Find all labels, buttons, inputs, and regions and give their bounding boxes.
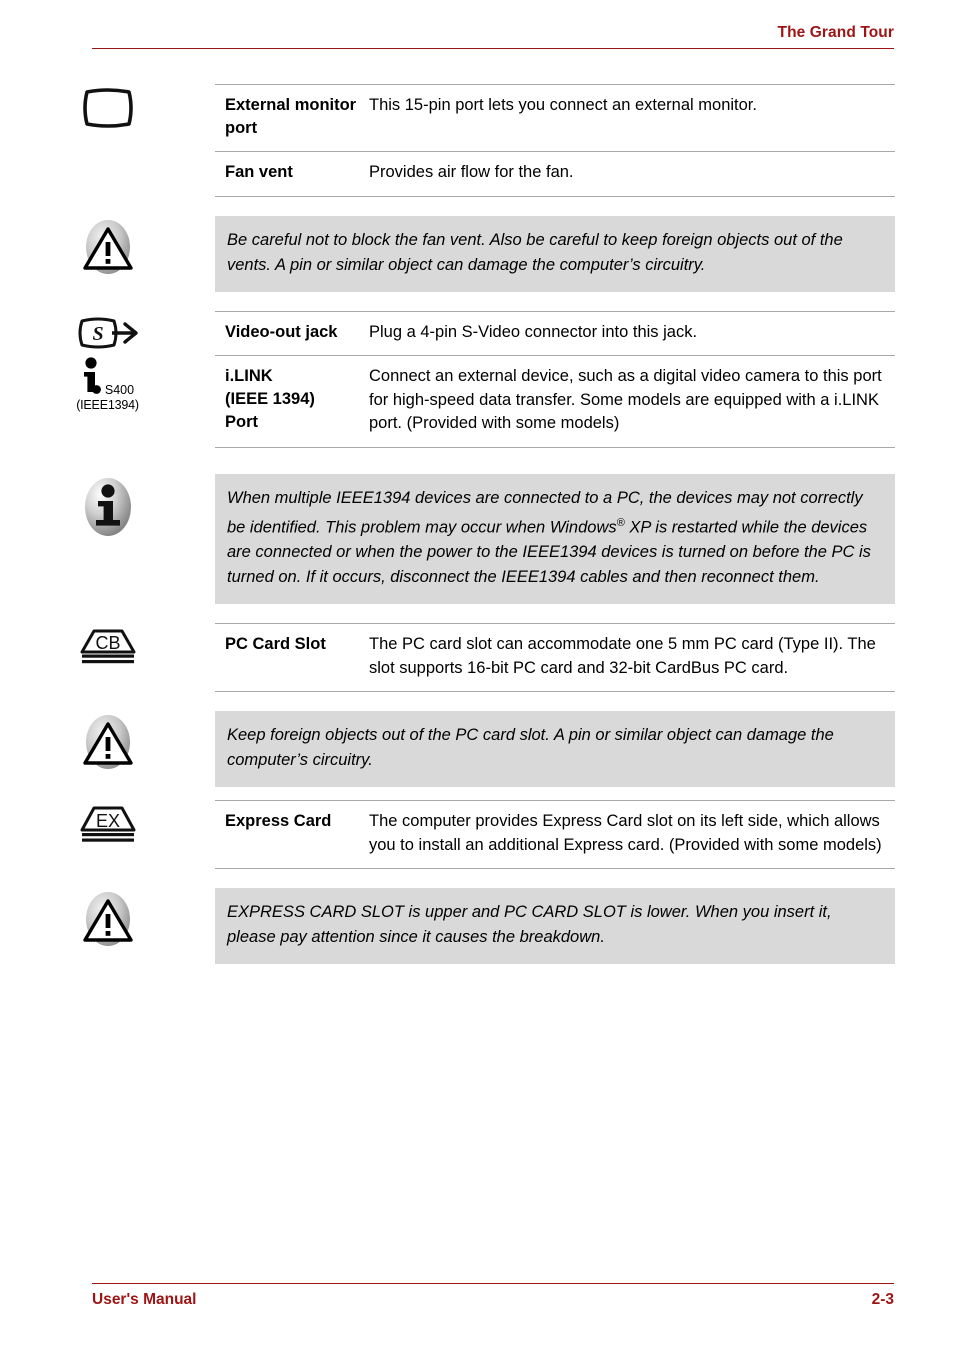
icon-cell	[0, 711, 215, 771]
callout-body: Be careful not to block the fan vent. Al…	[215, 215, 954, 292]
spec-table: Express Card The computer provides Expre…	[215, 800, 954, 869]
spec-term: i.LINK (IEEE 1394) Port	[215, 365, 369, 434]
callout-body: When multiple IEEE1394 devices are conne…	[215, 473, 954, 604]
icon-cell	[0, 216, 215, 276]
spec-description: Provides air flow for the fan.	[369, 163, 574, 181]
page-footer-row: User's Manual 2-3	[92, 1291, 894, 1309]
ilink-standard-label: (IEEE1394)	[76, 398, 139, 412]
page-header-rule	[92, 48, 894, 49]
spec-term: External monitor port	[225, 96, 357, 137]
table-row: i.LINK (IEEE 1394) Port Connect an exter…	[215, 355, 895, 448]
spec-term-line: Port	[225, 413, 258, 431]
ilink-speed-label: S400	[104, 382, 135, 397]
document-content: External monitor port This 15-pin port l…	[0, 84, 954, 964]
info-callout: When multiple IEEE1394 devices are conne…	[215, 473, 895, 604]
spec-description: Plug a 4-pin S-Video connector into this…	[369, 322, 698, 341]
spec-term-line: i.LINK	[225, 367, 273, 385]
table-row: External monitor port This 15-pin port l…	[215, 84, 895, 151]
spec-description: The computer provides Express Card slot …	[369, 812, 882, 854]
icon-cell: CB	[0, 623, 215, 667]
spec-group-video-out: S Video-out jack Plug a 4-pin S-Video co…	[0, 310, 954, 356]
express-card-slot-icon: EX	[77, 802, 139, 846]
page-footer-rule	[92, 1283, 894, 1284]
manual-label: User's Manual	[92, 1291, 197, 1308]
callout-ieee1394-info: When multiple IEEE1394 devices are conne…	[0, 473, 954, 604]
spec-table: External monitor port This 15-pin port l…	[215, 84, 954, 197]
external-monitor-port-icon	[82, 86, 134, 130]
callout-body: Keep foreign objects out of the PC card …	[215, 711, 954, 787]
warning-callout: Be careful not to block the fan vent. Al…	[215, 215, 895, 292]
callout-express-card-warning: EXPRESS CARD SLOT is upper and PC CARD S…	[0, 888, 954, 964]
info-circle-icon	[79, 476, 137, 538]
icon-cell	[0, 474, 215, 538]
spec-table: PC Card Slot The PC card slot can accomm…	[215, 623, 954, 692]
warning-triangle-icon	[79, 890, 137, 948]
spec-table: Video-out jack Plug a 4-pin S-Video conn…	[215, 310, 954, 356]
callout-pc-card-warning: Keep foreign objects out of the PC card …	[0, 711, 954, 787]
spec-term: PC Card Slot	[225, 635, 326, 653]
table-row: Express Card The computer provides Expre…	[215, 800, 895, 869]
warning-callout: EXPRESS CARD SLOT is upper and PC CARD S…	[215, 888, 895, 964]
spec-term: Express Card	[225, 812, 332, 830]
icon-cell: EX	[0, 800, 215, 846]
callout-fan-vent-warning: Be careful not to block the fan vent. Al…	[0, 215, 954, 292]
spec-group-pc-card-slot: CB PC Card Slot The PC card slot can acc…	[0, 623, 954, 692]
svg-text:EX: EX	[95, 811, 119, 831]
s-video-out-icon: S	[76, 313, 140, 353]
callout-body: EXPRESS CARD SLOT is upper and PC CARD S…	[215, 888, 954, 964]
warning-callout: Keep foreign objects out of the PC card …	[215, 711, 895, 787]
icon-cell	[0, 84, 215, 130]
ilink-mark: S400	[81, 357, 134, 397]
svg-text:S: S	[92, 323, 103, 345]
callout-text: Keep foreign objects out of the PC card …	[227, 726, 834, 769]
spec-description: This 15-pin port lets you connect an ext…	[369, 96, 757, 114]
spec-term: Video-out jack	[225, 322, 338, 341]
spec-term: Fan vent	[225, 163, 293, 181]
page-header: The Grand Tour	[92, 24, 894, 49]
callout-text: When multiple IEEE1394 devices are conne…	[227, 486, 881, 591]
table-row: Video-out jack Plug a 4-pin S-Video conn…	[215, 310, 895, 356]
icon-cell: S	[0, 311, 215, 353]
spec-group-ilink: S400 (IEEE1394) i.LINK (IEEE 1394) Port …	[0, 355, 954, 448]
callout-text: Be careful not to block the fan vent. Al…	[227, 230, 843, 274]
spec-group-express-card: EX Express Card The computer provides Ex…	[0, 800, 954, 869]
page-header-title: The Grand Tour	[777, 24, 894, 41]
cardbus-slot-icon: CB	[77, 625, 139, 667]
spec-description: Connect an external device, such as a di…	[369, 367, 882, 432]
page-number: 2-3	[871, 1291, 894, 1308]
table-row: Fan vent Provides air flow for the fan.	[215, 151, 895, 197]
warning-triangle-icon	[79, 218, 137, 276]
page-footer: User's Manual 2-3	[92, 1283, 894, 1309]
warning-triangle-icon	[79, 713, 137, 771]
spec-description: The PC card slot can accommodate one 5 m…	[369, 635, 876, 677]
ilink-icon: S400 (IEEE1394)	[76, 357, 139, 412]
registered-trademark-symbol: ®	[616, 516, 625, 529]
callout-text: EXPRESS CARD SLOT is upper and PC CARD S…	[227, 903, 832, 946]
table-row: PC Card Slot The PC card slot can accomm…	[215, 623, 895, 692]
spec-group-monitor-fan: External monitor port This 15-pin port l…	[0, 84, 954, 197]
icon-cell: S400 (IEEE1394)	[0, 355, 215, 412]
spec-term-line: (IEEE 1394)	[225, 390, 315, 408]
icon-cell	[0, 888, 215, 948]
svg-text:CB: CB	[95, 633, 120, 653]
spec-table: i.LINK (IEEE 1394) Port Connect an exter…	[215, 355, 954, 448]
